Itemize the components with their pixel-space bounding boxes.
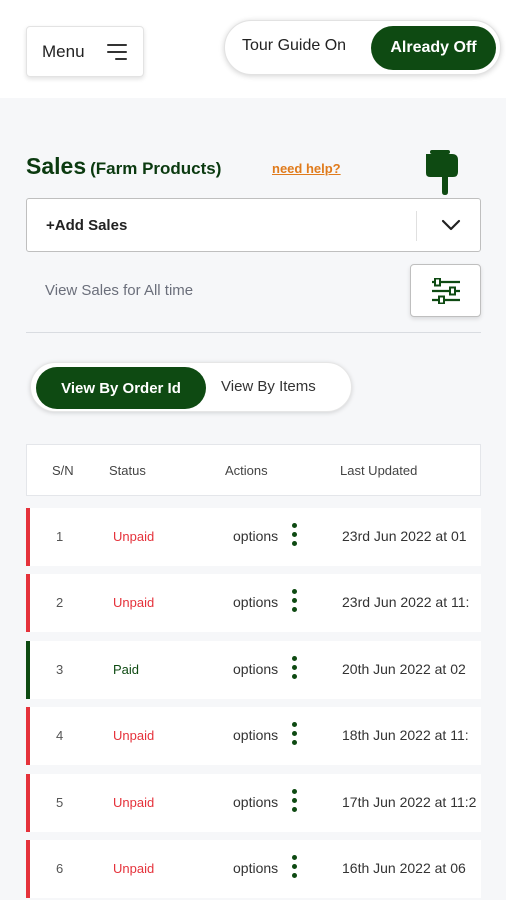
vertical-dots-icon[interactable] [292,589,298,615]
sales-subtitle: (Farm Products) [90,159,222,178]
column-header-status: Status [109,463,146,478]
row-options-link[interactable]: options [233,860,278,876]
table-row[interactable]: 2 Unpaid options 23rd Jun 2022 at 11: [26,574,481,633]
view-mode-toggle[interactable]: View By Order Id View By Items [30,362,352,412]
tour-guide-off-option[interactable]: Already Off [371,26,496,70]
table-header: S/N Status Actions Last Updated [26,444,481,496]
view-time-label: View Sales for All time [45,282,194,299]
row-options-link[interactable]: options [233,661,278,677]
table-row[interactable]: 6 Unpaid options 16th Jun 2022 at 06 [26,840,481,898]
menu-label: Menu [42,41,85,61]
table-row[interactable]: 3 Paid options 20th Jun 2022 at 02 [26,640,481,699]
row-last-updated: 16th Jun 2022 at 06 [342,860,466,876]
row-serial-number: 6 [56,861,64,876]
dropdown-divider [416,211,417,241]
status-indicator-bar [26,574,30,633]
sliders-icon [432,278,460,304]
hamburger-icon [107,44,129,62]
table-row[interactable]: 1 Unpaid options 23rd Jun 2022 at 01 [26,508,481,566]
vertical-dots-icon[interactable] [292,523,298,549]
status-indicator-bar [26,508,30,566]
need-help-link[interactable]: need help? [272,161,341,176]
pointing-hand-icon [426,150,458,195]
add-sales-dropdown[interactable]: +Add Sales [26,198,481,252]
row-last-updated: 17th Jun 2022 at 11:2 [342,793,477,810]
tour-guide-toggle[interactable]: Tour Guide On Already Off [224,20,501,75]
row-status: Unpaid [113,794,155,810]
sales-content: Sales (Farm Products) need help? +Add Sal… [0,98,506,900]
add-sales-label: +Add Sales [46,217,128,234]
row-status: Unpaid [113,595,155,611]
chevron-down-icon[interactable] [440,217,462,233]
row-last-updated: 23rd Jun 2022 at 11: [342,594,470,611]
tour-guide-on-option[interactable]: Tour Guide On [242,37,346,55]
vertical-dots-icon[interactable] [292,722,298,748]
status-indicator-bar [26,707,30,766]
row-last-updated: 23rd Jun 2022 at 01 [342,528,467,544]
row-serial-number: 2 [56,595,64,611]
row-options-link[interactable]: options [233,794,278,810]
row-options-link[interactable]: options [233,727,278,743]
page-title: Sales (Farm Products) [26,153,221,180]
column-header-sn: S/N [52,463,74,478]
top-bar: Menu Tour Guide On Already Off [0,0,506,98]
sales-title: Sales [26,153,87,179]
row-status: Paid [113,661,140,677]
row-serial-number: 1 [56,529,64,544]
table-row[interactable]: 5 Unpaid options 17th Jun 2022 at 11:2 [26,773,481,832]
row-status: Unpaid [113,529,155,544]
status-indicator-bar [26,840,30,898]
status-indicator-bar [26,640,30,699]
menu-button[interactable]: Menu [26,26,144,77]
column-header-actions: Actions [225,463,268,478]
filter-button[interactable] [410,264,481,317]
row-last-updated: 20th Jun 2022 at 02 [342,660,466,677]
vertical-dots-icon[interactable] [292,788,298,815]
row-options-link[interactable]: options [233,528,278,544]
section-divider [26,332,481,333]
row-last-updated: 18th Jun 2022 at 11: [342,727,469,744]
column-header-last-updated: Last Updated [340,463,418,478]
row-status: Unpaid [113,861,155,876]
vertical-dots-icon[interactable] [292,855,298,881]
row-serial-number: 3 [56,661,64,677]
status-indicator-bar [26,773,30,832]
row-options-link[interactable]: options [233,594,278,610]
vertical-dots-icon[interactable] [292,655,298,682]
row-serial-number: 5 [56,794,64,810]
row-serial-number: 4 [56,728,64,744]
table-row[interactable]: 4 Unpaid options 18th Jun 2022 at 11: [26,707,481,766]
view-by-order-tab[interactable]: View By Order Id [36,367,206,409]
row-status: Unpaid [113,728,155,744]
view-by-items-tab[interactable]: View By Items [221,378,316,395]
